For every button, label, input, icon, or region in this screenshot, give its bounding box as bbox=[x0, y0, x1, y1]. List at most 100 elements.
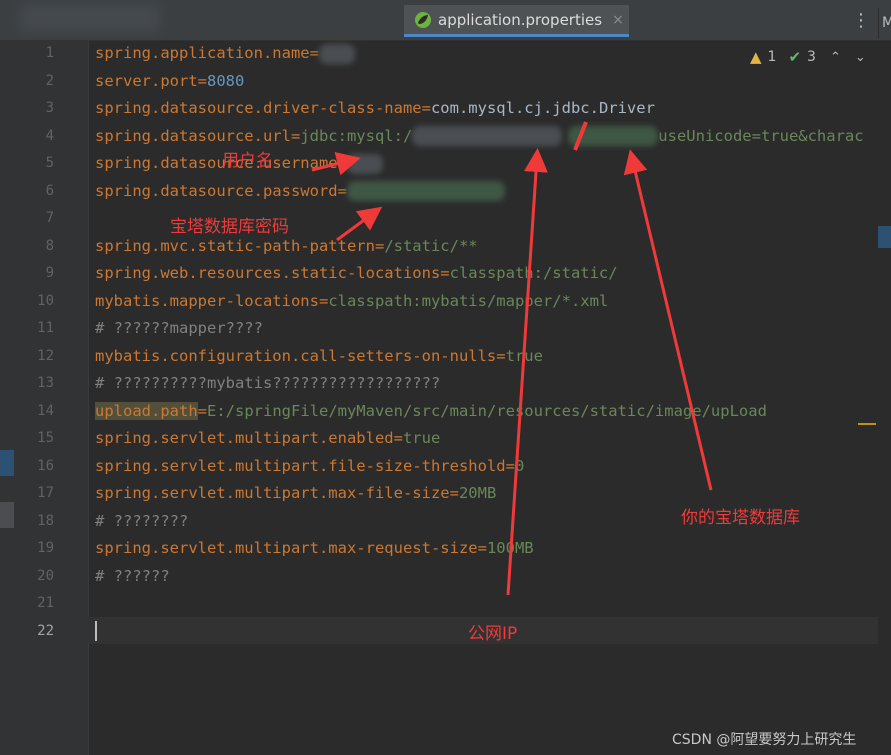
property-value: 0 bbox=[514, 456, 525, 475]
annotation-username: 用户名 bbox=[222, 151, 273, 171]
redacted-database bbox=[568, 126, 659, 146]
property-key: spring.mvc.static-path-pattern bbox=[95, 236, 375, 255]
code-line-19[interactable]: spring.servlet.multipart.max-request-siz… bbox=[95, 535, 534, 563]
property-value: jdbc:mysql:/ bbox=[300, 126, 413, 145]
code-line-12[interactable]: mybatis.configuration.call-setters-on-nu… bbox=[95, 343, 543, 371]
line-number: 10 bbox=[37, 292, 54, 309]
equals: = bbox=[197, 401, 207, 420]
line-number: 5 bbox=[45, 155, 54, 171]
weak-warning-count: 3 bbox=[807, 49, 816, 65]
property-key: spring.servlet.multipart.max-file-size bbox=[95, 484, 450, 502]
code-line-6[interactable]: spring.datasource.password= bbox=[95, 178, 505, 206]
tool-strip-marker bbox=[0, 502, 14, 528]
close-icon[interactable]: × bbox=[612, 12, 624, 28]
tab-application-properties[interactable]: application.properties × bbox=[404, 5, 629, 37]
project-tool-strip bbox=[0, 40, 14, 755]
warning-icon: ▲ bbox=[750, 48, 762, 66]
scrollbar-warning-marker[interactable] bbox=[858, 423, 876, 425]
line-number: 3 bbox=[45, 100, 54, 116]
code-line-13[interactable]: # ??????????mybatis?????????????????? bbox=[95, 370, 440, 398]
line-number: 20 bbox=[37, 567, 54, 584]
equals: = bbox=[393, 429, 403, 447]
equals: = bbox=[449, 484, 459, 502]
spring-leaf-icon bbox=[414, 11, 432, 29]
line-number: 19 bbox=[37, 540, 54, 556]
line-number: 6 bbox=[45, 182, 54, 199]
equals: = bbox=[337, 181, 347, 200]
code-line-17[interactable]: spring.servlet.multipart.max-file-size=2… bbox=[95, 480, 496, 508]
line-number: 16 bbox=[37, 457, 54, 474]
equals: = bbox=[421, 99, 431, 117]
line-number: 13 bbox=[37, 375, 54, 391]
editor-tab-bar: application.properties × ⋮ M bbox=[0, 0, 891, 41]
annotation-bt-password: 宝塔数据库密码 bbox=[170, 217, 289, 237]
equals: = bbox=[374, 236, 385, 255]
property-key: spring.datasource.driver-class-name bbox=[95, 99, 422, 117]
weak-warning-icon: ✔ bbox=[788, 48, 802, 66]
redacted-password bbox=[346, 181, 505, 201]
line-number: 11 bbox=[37, 320, 54, 336]
line-number: 7 bbox=[45, 210, 54, 226]
text-caret bbox=[95, 621, 97, 641]
property-value: 100MB bbox=[486, 539, 534, 557]
property-key: server.port bbox=[95, 71, 198, 90]
next-highlight-icon[interactable]: ⌄ bbox=[855, 50, 866, 65]
code-line-9[interactable]: spring.web.resources.static-locations=cl… bbox=[95, 260, 618, 288]
property-key: spring.datasource.url bbox=[95, 126, 291, 145]
equals: = bbox=[309, 44, 319, 62]
property-key: spring.datasource.username bbox=[95, 154, 338, 172]
property-key: mybatis.configuration.call-setters-on-nu… bbox=[95, 346, 497, 365]
code-line-2[interactable]: server.port=8080 bbox=[95, 68, 244, 96]
equals: = bbox=[505, 456, 515, 475]
tab-label: application.properties bbox=[438, 10, 603, 29]
property-value: 20MB bbox=[458, 484, 497, 502]
code-line-16[interactable]: spring.servlet.multipart.file-size-thres… bbox=[95, 453, 524, 481]
code-line-14[interactable]: upload.path=E:/springFile/myMaven/src/ma… bbox=[95, 398, 767, 426]
line-number: 9 bbox=[45, 265, 54, 281]
property-key: spring.servlet.multipart.enabled bbox=[95, 429, 394, 447]
line-number: 4 bbox=[45, 127, 54, 144]
equals: = bbox=[477, 539, 487, 557]
code-line-3[interactable]: spring.datasource.driver-class-name=com.… bbox=[95, 95, 655, 123]
code-line-15[interactable]: spring.servlet.multipart.enabled=true bbox=[95, 425, 440, 453]
line-number: 17 bbox=[37, 485, 54, 501]
line-number: 1 bbox=[45, 45, 54, 61]
line-number: 14 bbox=[37, 402, 54, 419]
property-value: true bbox=[505, 346, 543, 365]
property-key: spring.web.resources.static-locations bbox=[95, 264, 441, 282]
equals: = bbox=[318, 291, 329, 310]
property-value: com.mysql.cj.jdbc.Driver bbox=[430, 99, 655, 117]
code-line-11[interactable]: # ??????mapper???? bbox=[95, 315, 263, 343]
property-key: mybatis.mapper-locations bbox=[95, 291, 319, 310]
warning-count: 1 bbox=[767, 49, 777, 65]
side-panel-marker bbox=[878, 226, 891, 248]
side-panel-tab[interactable]: M bbox=[878, 8, 891, 38]
code-line-20[interactable]: # ?????? bbox=[95, 563, 170, 591]
property-key: spring.servlet.multipart.file-size-thres… bbox=[95, 456, 506, 475]
equals: = bbox=[496, 346, 506, 365]
property-key: spring.application.name bbox=[95, 44, 310, 62]
line-number: 15 bbox=[37, 430, 54, 446]
property-value: classpath:mybatis/mapper/*.xml bbox=[328, 291, 609, 310]
code-line-1[interactable]: spring.application.name= bbox=[95, 40, 355, 68]
property-value: 8080 bbox=[207, 71, 245, 90]
property-key-highlighted: upload.path bbox=[95, 401, 198, 420]
property-key: spring.datasource.password bbox=[95, 181, 338, 200]
blurred-tab bbox=[20, 4, 160, 32]
property-value: E:/springFile/myMaven/src/main/resources… bbox=[207, 401, 767, 420]
csdn-watermark: CSDN @阿望要努力上研究生 bbox=[672, 732, 857, 748]
arrow-public-ip bbox=[506, 148, 548, 596]
annotation-public-ip: 公网IP bbox=[468, 624, 518, 644]
equals: = bbox=[440, 264, 450, 282]
more-options-icon[interactable]: ⋮ bbox=[852, 10, 870, 32]
code-line-4[interactable]: spring.datasource.url=jdbc:mysql:/ useUni… bbox=[95, 123, 864, 151]
code-line-10[interactable]: mybatis.mapper-locations=classpath:mybat… bbox=[95, 288, 608, 316]
redacted-ip bbox=[412, 126, 563, 146]
line-number: 18 bbox=[37, 512, 54, 529]
previous-highlight-icon[interactable]: ⌃ bbox=[830, 50, 841, 65]
annotation-your-database: 你的宝塔数据库 bbox=[681, 508, 800, 528]
code-line-18[interactable]: # ???????? bbox=[95, 508, 188, 536]
property-value: /static/** bbox=[384, 236, 478, 255]
tool-strip-selection bbox=[0, 450, 14, 476]
inspection-widget[interactable]: ▲ 1 ✔ 3 ⌃ ⌄ bbox=[750, 44, 866, 70]
